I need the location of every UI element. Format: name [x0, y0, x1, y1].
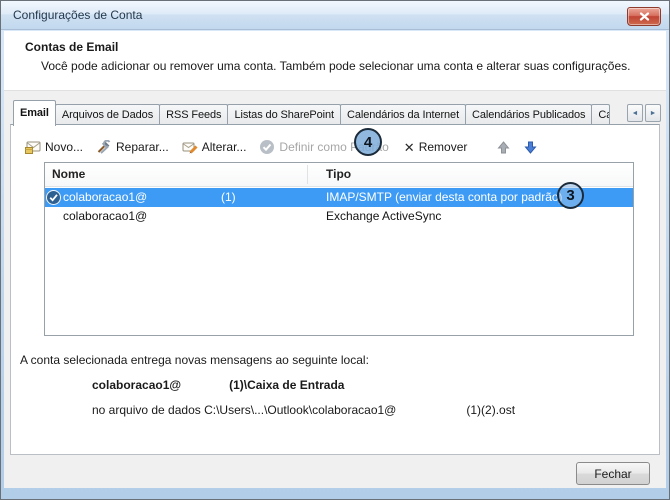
close-icon — [639, 12, 650, 21]
title-bar[interactable]: Configurações de Conta — [1, 1, 669, 30]
account-name: colaboracao1@ — [63, 188, 147, 207]
fechar-button[interactable]: Fechar — [576, 462, 650, 485]
account-type: Exchange ActiveSync — [326, 207, 441, 226]
redacted-gap — [181, 378, 229, 392]
dialog-body: Contas de Email Você pode adicionar ou r… — [4, 31, 666, 488]
data-file-path: no arquivo de dados C:\Users\...\Outlook… — [92, 403, 396, 417]
delivery-folder-path: (1)\Caixa de Entrada — [229, 378, 344, 392]
email-tab-page: Novo... Reparar... — [10, 124, 660, 455]
account-type: IMAP/SMTP (enviar desta conta por padrão… — [326, 188, 563, 207]
remove-x-icon: ✕ — [404, 141, 415, 154]
tab-strip: Email Arquivos de Dados RSS Feeds Listas… — [13, 99, 661, 125]
delivery-account-name: colaboracao1@ — [92, 378, 181, 392]
move-down-button[interactable] — [523, 140, 538, 155]
column-header-name[interactable]: Nome — [52, 167, 85, 181]
close-button[interactable] — [627, 7, 661, 26]
column-header-type[interactable]: Tipo — [326, 167, 351, 181]
default-account-check-icon — [46, 190, 61, 205]
account-row-selected[interactable]: colaboracao1@ (1) IMAP/SMTP (enviar dest… — [45, 188, 633, 207]
change-account-button[interactable]: Alterar... — [182, 140, 247, 154]
tab-data-files[interactable]: Arquivos de Dados — [55, 104, 160, 125]
new-account-label: Novo... — [45, 140, 83, 154]
accounts-list: Nome Tipo colaboracao1@ (1) IMAP/SMTP (e… — [44, 162, 634, 336]
page-description: Você pode adicionar ou remover uma conta… — [41, 59, 630, 73]
tab-published-calendars[interactable]: Calendários Publicados — [465, 104, 592, 125]
chevron-right-icon: ► — [650, 110, 657, 117]
account-name-note: (1) — [221, 188, 236, 207]
page-title: Contas de Email — [25, 40, 118, 54]
list-header: Nome Tipo — [45, 163, 633, 187]
remove-account-label: Remover — [419, 140, 468, 154]
move-up-button[interactable] — [496, 140, 511, 155]
account-settings-dialog: Configurações de Conta Contas de Email V… — [0, 0, 670, 500]
delivery-info-text: A conta selecionada entrega novas mensag… — [20, 353, 369, 367]
set-default-check-icon — [259, 139, 275, 155]
tab-sharepoint-lists[interactable]: Listas do SharePoint — [227, 104, 341, 125]
new-account-button[interactable]: Novo... — [25, 140, 83, 154]
arrow-down-icon — [523, 140, 538, 155]
delivery-location-line: colaboracao1@ (1)\Caixa de Entrada — [92, 378, 344, 392]
tab-scroll-right-button[interactable]: ► — [645, 104, 661, 122]
tab-overflow-truncated[interactable]: Ca — [591, 104, 610, 125]
tab-email[interactable]: Email — [13, 100, 56, 126]
redacted-gap — [396, 403, 466, 417]
data-file-line: no arquivo de dados C:\Users\...\Outlook… — [92, 403, 515, 417]
tab-rss-feeds[interactable]: RSS Feeds — [159, 104, 228, 125]
repair-account-button[interactable]: Reparar... — [96, 140, 169, 154]
change-account-label: Alterar... — [202, 140, 247, 154]
remove-account-button[interactable]: ✕ Remover — [404, 140, 468, 154]
tab-scroller-group: ◄ ► — [624, 104, 661, 122]
arrow-up-icon — [496, 140, 511, 155]
tab-internet-calendars[interactable]: Calendários da Internet — [340, 104, 466, 125]
account-name: colaboracao1@ — [63, 207, 147, 226]
accounts-toolbar: Novo... Reparar... — [25, 136, 538, 158]
column-divider[interactable] — [307, 165, 308, 184]
annotation-step-3: 3 — [557, 182, 584, 209]
repair-account-label: Reparar... — [116, 140, 169, 154]
annotation-step-4: 4 — [354, 128, 382, 156]
repair-tools-icon — [96, 140, 112, 154]
account-row[interactable]: colaboracao1@ Exchange ActiveSync — [45, 207, 633, 226]
page-header: Contas de Email Você pode adicionar ou r… — [4, 31, 666, 91]
window-title: Configurações de Conta — [13, 8, 142, 22]
data-file-name-suffix: (1)(2).ost — [466, 403, 515, 417]
tab-scroll-left-button[interactable]: ◄ — [627, 104, 643, 122]
new-mail-icon — [25, 140, 41, 154]
chevron-left-icon: ◄ — [632, 110, 639, 117]
change-mail-icon — [182, 140, 198, 154]
